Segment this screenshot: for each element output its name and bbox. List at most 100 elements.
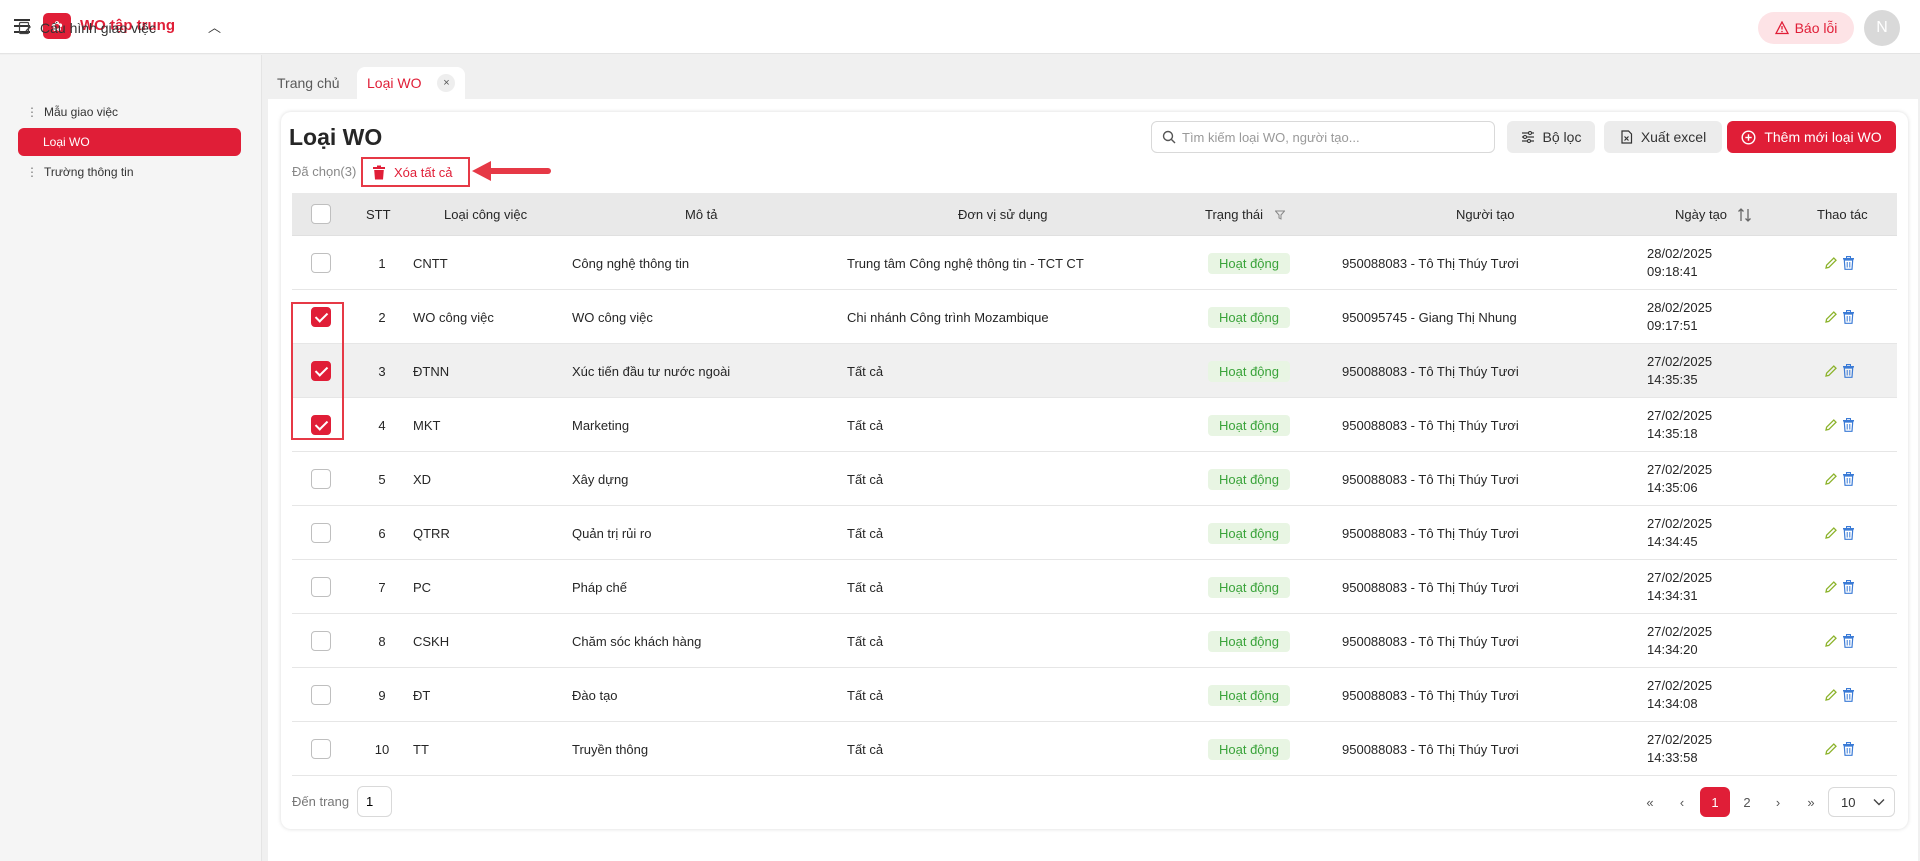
col-loai-cong-viec: Loại công việc (444, 207, 528, 222)
cell-don-vi-su-dung: Tất cả (847, 471, 884, 487)
delete-icon[interactable] (1842, 364, 1855, 378)
edit-icon[interactable] (1824, 256, 1838, 270)
status-badge: Hoạt động (1208, 468, 1290, 490)
col-nguoi-tao: Người tạo (1456, 207, 1515, 222)
table-row[interactable]: 9 ĐT Đào tạo Tất cả Hoạt động 950088083 - Tô … (292, 668, 1897, 722)
edit-icon[interactable] (1824, 364, 1838, 378)
row-checkbox[interactable] (311, 523, 331, 543)
edit-icon[interactable] (1824, 634, 1838, 648)
sidebar-group-header[interactable]: Cấu hình giao việc (18, 17, 228, 39)
delete-icon[interactable] (1842, 418, 1855, 432)
export-excel-button[interactable]: Xuất excel (1604, 121, 1722, 153)
delete-icon[interactable] (1842, 472, 1855, 486)
date-text: 27/02/2025 (1647, 570, 1713, 585)
delete-icon[interactable] (1842, 526, 1855, 540)
cell-nguoi-tao: 950095745 - Giang Thị Nhung (1342, 309, 1517, 325)
edit-icon[interactable] (1824, 688, 1838, 702)
page-1-button[interactable]: 1 (1700, 787, 1730, 817)
edit-icon[interactable] (1824, 310, 1838, 324)
cell-mo-ta: Đào tạo (572, 687, 618, 703)
drag-dots-icon: ⋮ (26, 165, 38, 179)
row-checkbox[interactable] (311, 577, 331, 597)
row-checkbox[interactable] (311, 253, 331, 273)
delete-icon[interactable] (1842, 256, 1855, 270)
status-badge-wrap: Hoạt động (1208, 506, 1290, 560)
close-icon[interactable]: × (437, 74, 456, 92)
edit-icon[interactable] (1824, 742, 1838, 756)
table-row[interactable]: 4 MKT Marketing Tất cả Hoạt động 950088083 - … (292, 398, 1897, 452)
delete-all-button[interactable]: Xóa tất cả (361, 157, 470, 187)
date-text: 27/02/2025 (1647, 516, 1713, 531)
edit-icon[interactable] (1824, 472, 1838, 486)
cell-nguoi-tao: 950088083 - Tô Thị Thúy Tươi (1342, 417, 1519, 433)
cell-nguoi-tao: 950088083 - Tô Thị Thúy Tươi (1342, 525, 1519, 541)
filter-button[interactable]: Bộ lọc (1507, 121, 1595, 153)
delete-icon[interactable] (1842, 634, 1855, 648)
time-text: 14:34:08 (1647, 696, 1698, 711)
chevron-up-icon[interactable]: ︿ (208, 17, 221, 36)
drag-dots-icon: ⋮ (26, 105, 38, 119)
date-text: 27/02/2025 (1647, 624, 1713, 639)
row-actions (1824, 560, 1855, 614)
table-row[interactable]: 10 TT Truyền thông Tất cả Hoạt động 950088083… (292, 722, 1897, 776)
table-row[interactable]: 7 PC Pháp chế Tất cả Hoạt động 950088083 - Tô… (292, 560, 1897, 614)
delete-icon[interactable] (1842, 742, 1855, 756)
tab-trang-chu[interactable]: Trang chủ (267, 67, 350, 99)
row-actions (1824, 722, 1855, 776)
table-row[interactable]: 2 WO công việc WO công việc Chi nhánh Công … (292, 290, 1897, 344)
status-badge: Hoạt động (1208, 306, 1290, 328)
search-box[interactable] (1151, 121, 1495, 153)
page-size-select[interactable]: 10 (1828, 787, 1895, 817)
col-trang-thai[interactable]: Trạng thái (1205, 193, 1286, 236)
cell-stt: 9 (378, 687, 386, 703)
cell-nguoi-tao: 950088083 - Tô Thị Thúy Tươi (1342, 687, 1519, 703)
goto-page-input[interactable] (357, 786, 392, 817)
delete-icon[interactable] (1842, 688, 1855, 702)
date-text: 27/02/2025 (1647, 462, 1713, 477)
row-checkbox[interactable] (311, 469, 331, 489)
row-actions (1824, 614, 1855, 668)
cell-ngay-tao: 27/02/2025 14:34:45 (1647, 506, 1712, 560)
table-row[interactable]: 5 XD Xây dựng Tất cả Hoạt động 950088083 - Tô… (292, 452, 1897, 506)
table-row[interactable]: 8 CSKH Chăm sóc khách hàng Tất cả Hoạt động 9… (292, 614, 1897, 668)
status-badge-wrap: Hoạt động (1208, 398, 1290, 452)
first-page-button[interactable]: « (1635, 787, 1665, 817)
tab-label: Loại WO (367, 75, 422, 91)
cell-nguoi-tao: 950088083 - Tô Thị Thúy Tươi (1342, 255, 1519, 271)
edit-icon[interactable] (1824, 580, 1838, 594)
sidebar-item-truong-thong-tin[interactable]: ⋮ Trường thông tin (18, 158, 241, 186)
table-row[interactable]: 6 QTRR Quản trị rủi ro Tất cả Hoạt động 95008… (292, 506, 1897, 560)
prev-page-button[interactable]: ‹ (1667, 787, 1697, 817)
sidebar-item-loai-wo[interactable]: Loại WO (18, 128, 241, 156)
page-2-button[interactable]: 2 (1732, 787, 1762, 817)
row-checkbox[interactable] (311, 685, 331, 705)
cell-ngay-tao: 28/02/2025 09:18:41 (1647, 236, 1712, 290)
col-ngay-tao[interactable]: Ngày tạo (1675, 193, 1753, 236)
cell-stt: 7 (378, 579, 386, 595)
cell-loai-cong-viec: XD (413, 471, 432, 487)
delete-icon[interactable] (1842, 310, 1855, 324)
sliders-icon (1521, 131, 1534, 143)
search-input[interactable] (1182, 129, 1482, 145)
row-checkbox[interactable] (311, 631, 331, 651)
sidebar-item-mau-giao-viec[interactable]: ⋮ Mẫu giao việc (18, 98, 241, 126)
row-checkbox[interactable] (311, 739, 331, 759)
delete-icon[interactable] (1842, 580, 1855, 594)
time-text: 14:35:18 (1647, 426, 1698, 441)
table-row[interactable]: 1 CNTT Công nghệ thông tin Trung tâm Công n… (292, 236, 1897, 290)
add-wo-type-button[interactable]: Thêm mới loại WO (1727, 121, 1896, 153)
last-page-button[interactable]: » (1796, 787, 1826, 817)
status-badge-wrap: Hoạt động (1208, 344, 1290, 398)
table-row[interactable]: 3 ĐTNN Xúc tiến đầu tư nước ngoài Tất cả Hoạ… (292, 344, 1897, 398)
report-error-button[interactable]: Báo lỗi (1758, 12, 1854, 44)
select-all-checkbox[interactable] (311, 204, 331, 224)
cell-stt: 6 (378, 525, 386, 541)
edit-icon[interactable] (1824, 526, 1838, 540)
sidebar-item-label: Mẫu giao việc (44, 105, 119, 119)
next-page-button[interactable]: › (1763, 787, 1793, 817)
sort-icon[interactable] (1737, 207, 1753, 223)
tab-loai-wo[interactable]: Loại WO × (357, 67, 466, 99)
filter-funnel-icon[interactable] (1275, 210, 1286, 220)
avatar[interactable]: N (1864, 10, 1900, 46)
edit-icon[interactable] (1824, 418, 1838, 432)
